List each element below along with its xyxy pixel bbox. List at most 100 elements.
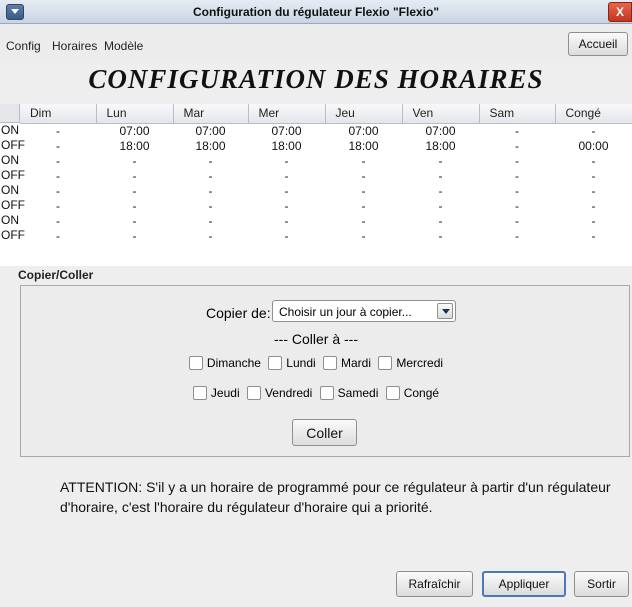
- column-header-dim[interactable]: Dim: [20, 104, 97, 124]
- schedule-cell[interactable]: -: [20, 183, 96, 198]
- menu-modele[interactable]: Modèle: [104, 39, 143, 53]
- schedule-cell[interactable]: -: [20, 168, 96, 183]
- checkbox-jeudi[interactable]: Jeudi: [192, 385, 240, 401]
- schedule-cell[interactable]: -: [402, 183, 479, 198]
- checkbox-samedi[interactable]: Samedi: [319, 385, 378, 401]
- schedule-cell[interactable]: -: [96, 228, 173, 243]
- schedule-cell[interactable]: -: [20, 153, 96, 168]
- checkbox-vendredi[interactable]: Vendredi: [246, 385, 312, 401]
- schedule-cell[interactable]: -: [325, 228, 402, 243]
- column-header-sam[interactable]: Sam: [479, 104, 556, 124]
- schedule-cell[interactable]: -: [555, 198, 632, 213]
- table-row[interactable]: --------: [20, 213, 632, 228]
- menu-horaires[interactable]: Horaires: [52, 39, 97, 53]
- table-row[interactable]: --------: [20, 198, 632, 213]
- table-row[interactable]: -07:00 07:00 07:00 07:00 07:00- -: [20, 123, 632, 138]
- menu-config[interactable]: Config: [6, 39, 41, 53]
- checkbox-box[interactable]: [378, 356, 393, 371]
- schedule-cell[interactable]: -: [173, 153, 248, 168]
- schedule-cell[interactable]: 07:00: [173, 123, 248, 138]
- schedule-cell[interactable]: -: [96, 168, 173, 183]
- schedule-cell[interactable]: -: [173, 213, 248, 228]
- column-header-conge[interactable]: Congé: [555, 104, 632, 124]
- schedule-cell[interactable]: -: [325, 198, 402, 213]
- checkbox-box[interactable]: [192, 386, 207, 401]
- column-header-lun[interactable]: Lun: [96, 104, 174, 124]
- checkbox-box[interactable]: [246, 386, 261, 401]
- column-header-mar[interactable]: Mar: [173, 104, 249, 124]
- checkbox-box[interactable]: [268, 356, 283, 371]
- table-row[interactable]: --------: [20, 228, 632, 243]
- schedule-cell[interactable]: -: [325, 168, 402, 183]
- schedule-cell[interactable]: 18:00: [248, 138, 325, 153]
- schedule-cell[interactable]: 07:00: [402, 123, 479, 138]
- schedule-cell[interactable]: -: [20, 198, 96, 213]
- checkbox-dimanche[interactable]: Dimanche: [188, 355, 261, 371]
- schedule-cell[interactable]: -: [479, 198, 555, 213]
- schedule-cell[interactable]: -: [325, 153, 402, 168]
- schedule-cell[interactable]: -: [555, 183, 632, 198]
- schedule-cell[interactable]: -: [248, 183, 325, 198]
- schedule-cell[interactable]: -: [173, 168, 248, 183]
- schedule-cell[interactable]: -: [555, 153, 632, 168]
- refresh-button[interactable]: Rafraîchir: [396, 571, 473, 597]
- home-button[interactable]: Accueil: [568, 32, 628, 56]
- schedule-cell[interactable]: -: [555, 228, 632, 243]
- checkbox-box[interactable]: [323, 356, 338, 371]
- table-row[interactable]: --------: [20, 183, 632, 198]
- checkbox-box[interactable]: [319, 386, 334, 401]
- schedule-cell[interactable]: -: [20, 213, 96, 228]
- schedule-cell[interactable]: -: [402, 213, 479, 228]
- column-header-jeu[interactable]: Jeu: [325, 104, 403, 124]
- schedule-cell[interactable]: 18:00: [325, 138, 402, 153]
- exit-button[interactable]: Sortir: [574, 571, 629, 597]
- schedule-cell[interactable]: -: [248, 153, 325, 168]
- schedule-cell[interactable]: -: [479, 138, 555, 153]
- schedule-cell[interactable]: -: [96, 153, 173, 168]
- checkbox-box[interactable]: [385, 386, 400, 401]
- schedule-cell[interactable]: -: [96, 198, 173, 213]
- schedule-cell[interactable]: -: [479, 168, 555, 183]
- column-header-mer[interactable]: Mer: [248, 104, 326, 124]
- chevron-down-icon[interactable]: [437, 303, 453, 319]
- schedule-cell[interactable]: -: [248, 168, 325, 183]
- schedule-cell[interactable]: -: [479, 123, 555, 138]
- checkbox-mardi[interactable]: Mardi: [323, 355, 371, 371]
- schedule-cell[interactable]: -: [173, 198, 248, 213]
- schedule-cell[interactable]: -: [325, 183, 402, 198]
- close-button[interactable]: X: [608, 2, 632, 22]
- schedule-cell[interactable]: -: [402, 153, 479, 168]
- schedule-cell[interactable]: 18:00: [173, 138, 248, 153]
- apply-button[interactable]: Appliquer: [482, 571, 566, 597]
- schedule-cell[interactable]: -: [248, 228, 325, 243]
- schedule-cell[interactable]: -: [479, 213, 555, 228]
- schedule-cell[interactable]: -: [96, 213, 173, 228]
- schedule-cell[interactable]: -: [20, 228, 96, 243]
- schedule-cell[interactable]: -: [248, 213, 325, 228]
- schedule-cell[interactable]: -: [402, 168, 479, 183]
- schedule-cell[interactable]: -: [248, 198, 325, 213]
- checkbox-lundi[interactable]: Lundi: [268, 355, 316, 371]
- schedule-cell[interactable]: -: [173, 228, 248, 243]
- schedule-cell[interactable]: 18:00: [96, 138, 173, 153]
- schedule-cell[interactable]: -: [20, 123, 96, 138]
- table-row[interactable]: --------: [20, 168, 632, 183]
- schedule-cell[interactable]: -: [555, 213, 632, 228]
- schedule-cell[interactable]: 18:00: [402, 138, 479, 153]
- copy-day-select[interactable]: Choisir un jour à copier...: [272, 300, 456, 322]
- schedule-cell[interactable]: -: [402, 198, 479, 213]
- schedule-cell[interactable]: -: [479, 183, 555, 198]
- schedule-cell[interactable]: -: [325, 213, 402, 228]
- schedule-cell[interactable]: -: [173, 183, 248, 198]
- schedule-cell[interactable]: 00:00: [555, 138, 632, 153]
- schedule-cell[interactable]: 07:00: [325, 123, 402, 138]
- schedule-cell[interactable]: -: [96, 183, 173, 198]
- schedule-cell[interactable]: 07:00: [248, 123, 325, 138]
- schedule-cell[interactable]: -: [20, 138, 96, 153]
- schedule-cell[interactable]: -: [555, 123, 632, 138]
- schedule-cell[interactable]: -: [555, 168, 632, 183]
- checkbox-box[interactable]: [188, 356, 203, 371]
- schedule-cell[interactable]: 07:00: [96, 123, 173, 138]
- table-row[interactable]: --------: [20, 153, 632, 168]
- schedule-cell[interactable]: -: [479, 228, 555, 243]
